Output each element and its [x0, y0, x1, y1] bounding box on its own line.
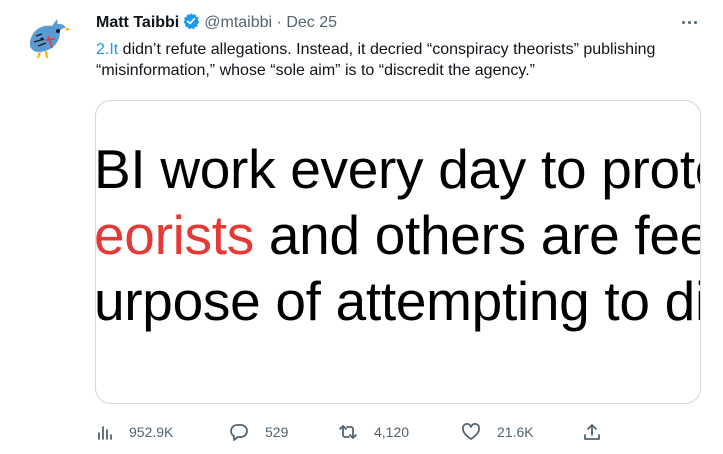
tweet-media-image[interactable]: BI work every day to prote eorists and o… — [95, 100, 701, 404]
share-button[interactable] — [582, 420, 602, 444]
like-button[interactable]: 21.6K — [461, 420, 534, 444]
heart-icon — [462, 423, 480, 440]
action-bar: 952.9K 529 4,120 21.6K — [95, 420, 615, 444]
tweet-text-body: didn’t refute allegations. Instead, it d… — [96, 41, 656, 79]
media-line-1: BI work every day to prote — [95, 138, 701, 200]
media-line-2-rest: and others are fee — [253, 204, 701, 266]
author-handle[interactable]: @mtaibbi — [204, 14, 272, 31]
separator-dot: · — [276, 14, 282, 31]
media-line-2-highlight: eorists — [95, 204, 254, 266]
tweet-header: Matt Taibbi @mtaibbi · Dec 25 — [96, 12, 337, 36]
speech-bubble-icon — [230, 424, 248, 441]
reply-button[interactable]: 529 — [229, 420, 288, 444]
avatar[interactable] — [22, 12, 72, 62]
tweet-text: 2.It didn’t refute allegations. Instead,… — [96, 39, 696, 81]
reply-count: 529 — [265, 424, 289, 440]
blue-bird-illustration-icon — [22, 12, 72, 62]
media-text: BI work every day to prote eorists and o… — [95, 136, 701, 334]
media-line-2: eorists and others are fee — [95, 202, 701, 268]
retweet-button[interactable]: 4,120 — [338, 420, 409, 444]
more-dots-icon — [681, 20, 685, 24]
tweet-date[interactable]: Dec 25 — [286, 14, 337, 31]
views-count: 952.9K — [129, 424, 174, 440]
media-line-3: urpose of attempting to di — [95, 270, 701, 332]
share-upload-icon — [584, 424, 600, 440]
tweet-link[interactable]: 2.It — [96, 41, 118, 58]
views-button[interactable]: 952.9K — [95, 420, 173, 444]
retweet-arrows-icon — [339, 425, 357, 439]
verified-badge-icon — [182, 12, 200, 36]
like-count: 21.6K — [497, 424, 534, 440]
author-name[interactable]: Matt Taibbi — [96, 14, 179, 31]
more-options-button[interactable] — [677, 12, 701, 32]
bar-chart-icon — [98, 426, 112, 440]
retweet-count: 4,120 — [374, 424, 410, 440]
tweet[interactable]: Matt Taibbi @mtaibbi · Dec 25 2.It didn’t… — [0, 0, 723, 454]
